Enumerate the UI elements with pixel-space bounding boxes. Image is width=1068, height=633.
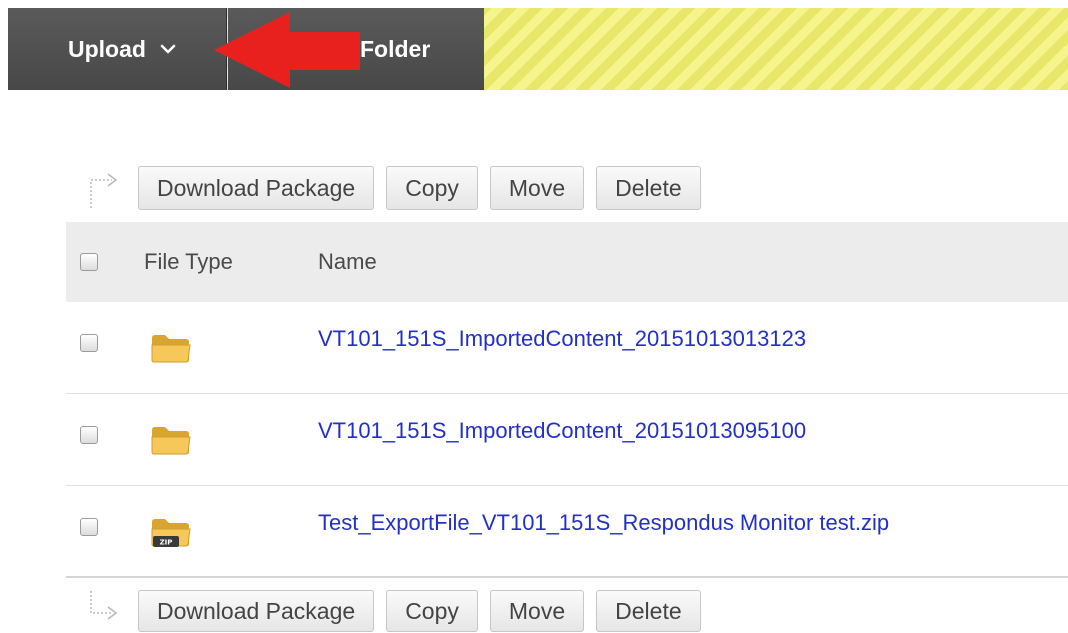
folder-icon — [151, 335, 191, 363]
table-row: ZIP Test_ExportFile_VT101_151S_Respondus… — [66, 486, 1068, 578]
table-header: File Type Name — [66, 222, 1068, 302]
content-collection-page: Upload Folder Download Package Copy Move… — [0, 0, 1068, 633]
file-name-link[interactable]: Test_ExportFile_VT101_151S_Respondus Mon… — [318, 510, 889, 536]
create-folder-button[interactable]: Folder — [228, 8, 484, 90]
upload-label: Upload — [68, 35, 146, 62]
zip-folder-icon: ZIP — [151, 519, 191, 547]
move-button[interactable]: Move — [489, 590, 585, 632]
upload-button[interactable]: Upload — [8, 8, 227, 90]
row-checkbox[interactable] — [80, 426, 98, 444]
file-name-link[interactable]: VT101_151S_ImportedContent_2015101301312… — [318, 326, 806, 352]
select-all-checkbox[interactable] — [80, 253, 98, 271]
bulk-actions-bottom: Download Package Copy Move Delete — [86, 590, 713, 632]
copy-button[interactable]: Copy — [386, 166, 478, 210]
row-checkbox[interactable] — [80, 518, 98, 536]
folder-icon — [151, 427, 191, 455]
bulk-select-arrow-icon — [90, 173, 118, 208]
file-name-link[interactable]: VT101_151S_ImportedContent_2015101309510… — [318, 418, 806, 444]
bulk-select-arrow-icon — [90, 591, 118, 620]
column-header-name[interactable]: Name — [318, 249, 377, 275]
action-bar: Upload Folder — [8, 8, 1068, 90]
download-package-button[interactable]: Download Package — [138, 590, 375, 632]
folder-label: Folder — [360, 35, 431, 62]
bulk-actions-top: Download Package Copy Move Delete — [86, 166, 713, 210]
move-button[interactable]: Move — [489, 166, 585, 210]
chevron-down-icon — [160, 43, 176, 55]
delete-button[interactable]: Delete — [596, 590, 701, 632]
column-header-file-type[interactable]: File Type — [144, 249, 233, 275]
row-checkbox[interactable] — [80, 334, 98, 352]
table-row: VT101_151S_ImportedContent_2015101301312… — [66, 302, 1068, 394]
download-package-button[interactable]: Download Package — [138, 166, 375, 210]
copy-button[interactable]: Copy — [386, 590, 478, 632]
zip-badge-label: ZIP — [160, 539, 173, 547]
delete-button[interactable]: Delete — [596, 166, 701, 210]
table-row: VT101_151S_ImportedContent_2015101309510… — [66, 394, 1068, 486]
